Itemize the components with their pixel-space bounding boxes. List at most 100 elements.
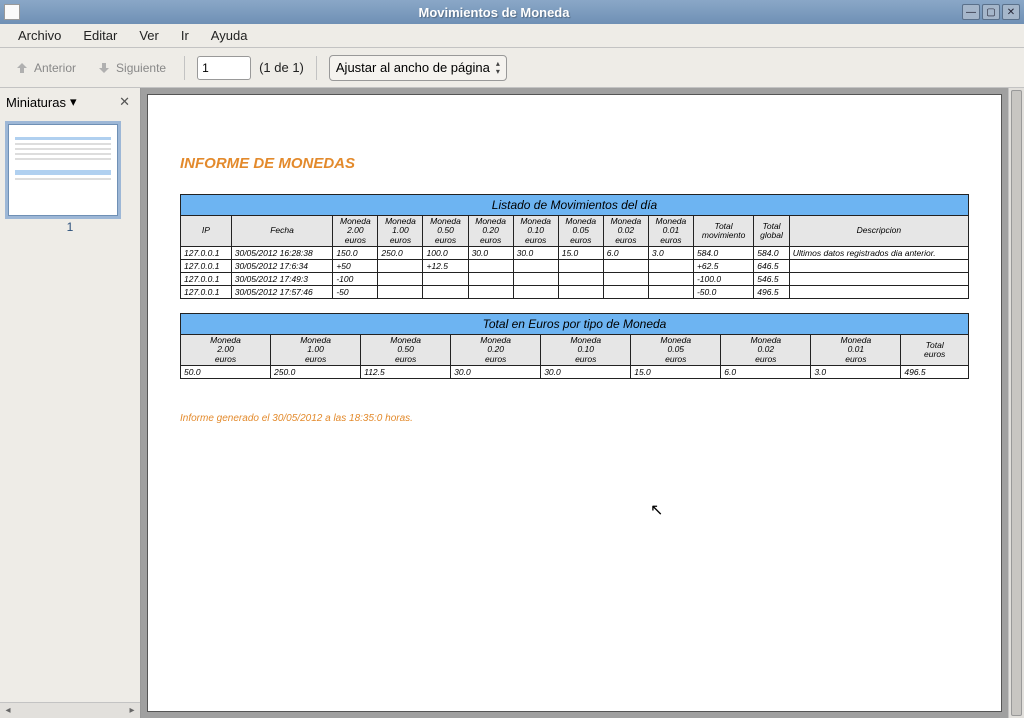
- table-cell: [648, 273, 693, 286]
- table-cell: 150.0: [333, 247, 378, 260]
- scroll-right-icon[interactable]: ▸: [124, 705, 140, 716]
- table-cell: 6.0: [603, 247, 648, 260]
- table-cell: [558, 260, 603, 273]
- table-cell: 584.0: [754, 247, 789, 260]
- table-cell: [468, 286, 513, 299]
- scroll-left-icon[interactable]: ◂: [0, 705, 16, 716]
- minimize-button[interactable]: —: [962, 4, 980, 20]
- table-cell: 15.0: [558, 247, 603, 260]
- close-button[interactable]: ✕: [1002, 4, 1020, 20]
- movements-table: Listado de Movimientos del día IPFechaMo…: [180, 194, 969, 299]
- table-cell: 3.0: [811, 366, 901, 379]
- scroll-thumb[interactable]: [1011, 90, 1022, 716]
- menu-view[interactable]: Ver: [129, 25, 169, 46]
- menu-edit[interactable]: Editar: [73, 25, 127, 46]
- table-cell: 3.0: [648, 247, 693, 260]
- scroll-track[interactable]: [16, 705, 124, 717]
- table-cell: [558, 286, 603, 299]
- menu-file[interactable]: Archivo: [8, 25, 71, 46]
- column-header: Totalglobal: [754, 216, 789, 247]
- table1-header-row: IPFechaMoneda2.00eurosMoneda1.00eurosMon…: [181, 216, 969, 247]
- prev-label: Anterior: [34, 61, 76, 75]
- menu-go[interactable]: Ir: [171, 25, 199, 46]
- table-cell: -100: [333, 273, 378, 286]
- table-cell: 30.0: [468, 247, 513, 260]
- toolbar-separator: [184, 56, 185, 80]
- column-header: IP: [181, 216, 232, 247]
- column-header: Moneda0.20euros: [451, 335, 541, 366]
- page-number-input[interactable]: [197, 56, 251, 80]
- column-header: Moneda0.01euros: [648, 216, 693, 247]
- table-cell: 30/05/2012 17:57:46: [231, 286, 333, 299]
- prev-button[interactable]: Anterior: [8, 56, 82, 80]
- table-cell: 30/05/2012 17:49:3: [231, 273, 333, 286]
- table-cell: 584.0: [693, 247, 753, 260]
- table-row: 127.0.0.130/05/2012 17:6:34+50+12.5+62.5…: [181, 260, 969, 273]
- column-header: Moneda0.02euros: [721, 335, 811, 366]
- window-title: Movimientos de Moneda: [26, 5, 962, 20]
- column-header: Moneda0.05euros: [558, 216, 603, 247]
- table-cell: 546.5: [754, 273, 789, 286]
- table-cell: -50: [333, 286, 378, 299]
- maximize-button[interactable]: ▢: [982, 4, 1000, 20]
- table-cell: -50.0: [693, 286, 753, 299]
- table-cell: 112.5: [361, 366, 451, 379]
- table-cell: [603, 273, 648, 286]
- table-cell: 127.0.0.1: [181, 273, 232, 286]
- table-cell: +62.5: [693, 260, 753, 273]
- table-cell: 646.5: [754, 260, 789, 273]
- title-bar: Movimientos de Moneda — ▢ ✕: [0, 0, 1024, 24]
- toolbar: Anterior Siguiente (1 de 1) Ajustar al a…: [0, 48, 1024, 88]
- thumbnail-number: 1: [8, 220, 132, 234]
- table-cell: 15.0: [631, 366, 721, 379]
- table-cell: [423, 286, 468, 299]
- table-cell: 30/05/2012 16:28:38: [231, 247, 333, 260]
- table-cell: +12.5: [423, 260, 468, 273]
- sidebar: Miniaturas ▾ ✕ 1 ◂ ▸: [0, 88, 140, 718]
- close-icon[interactable]: ✕: [115, 92, 134, 112]
- horizontal-scrollbar[interactable]: ◂ ▸: [0, 702, 140, 718]
- table-row: 127.0.0.130/05/2012 17:49:3-100-100.0546…: [181, 273, 969, 286]
- table-cell: 6.0: [721, 366, 811, 379]
- table-cell: 30.0: [451, 366, 541, 379]
- column-header: Totalmovimiento: [693, 216, 753, 247]
- report-footer: Informe generado el 30/05/2012 a las 18:…: [180, 413, 969, 424]
- window-buttons: — ▢ ✕: [962, 4, 1020, 20]
- next-button[interactable]: Siguiente: [90, 56, 172, 80]
- chevron-down-icon[interactable]: ▾: [70, 94, 77, 110]
- table-cell: 127.0.0.1: [181, 260, 232, 273]
- table-cell: [513, 286, 558, 299]
- table-cell: 127.0.0.1: [181, 247, 232, 260]
- table-cell: [513, 273, 558, 286]
- table-cell: 30/05/2012 17:6:34: [231, 260, 333, 273]
- menu-help[interactable]: Ayuda: [201, 25, 258, 46]
- table-cell: 30.0: [513, 247, 558, 260]
- page-thumbnail[interactable]: [8, 124, 118, 216]
- report-title: INFORME DE MONEDAS: [180, 155, 969, 172]
- sidebar-title[interactable]: Miniaturas: [6, 95, 66, 110]
- spinner-icon: ▴▾: [496, 60, 500, 76]
- table1-body: 127.0.0.130/05/2012 16:28:38150.0250.010…: [181, 247, 969, 299]
- table2-header-row: Moneda2.00eurosMoneda1.00eurosMoneda0.50…: [181, 335, 969, 366]
- table-cell: 496.5: [901, 366, 969, 379]
- column-header: Moneda0.50euros: [423, 216, 468, 247]
- thumbnails-area[interactable]: 1: [0, 116, 140, 702]
- column-header: Moneda0.10euros: [541, 335, 631, 366]
- table-cell: 100.0: [423, 247, 468, 260]
- vertical-scrollbar[interactable]: [1008, 88, 1024, 718]
- arrow-down-icon: [96, 60, 112, 76]
- cursor-icon: ↖: [650, 500, 663, 520]
- table-cell: Ultimos datos registrados dia anterior.: [789, 247, 968, 260]
- zoom-select[interactable]: Ajustar al ancho de página ▴▾: [329, 55, 507, 81]
- column-header: Moneda0.01euros: [811, 335, 901, 366]
- totals-table: Total en Euros por tipo de Moneda Moneda…: [180, 313, 969, 379]
- arrow-up-icon: [14, 60, 30, 76]
- table-cell: [378, 273, 423, 286]
- column-header: Fecha: [231, 216, 333, 247]
- document-page[interactable]: INFORME DE MONEDAS Listado de Movimiento…: [147, 94, 1002, 712]
- column-header: Moneda1.00euros: [378, 216, 423, 247]
- table-cell: [789, 286, 968, 299]
- column-header: Moneda0.05euros: [631, 335, 721, 366]
- next-label: Siguiente: [116, 61, 166, 75]
- column-header: Moneda0.10euros: [513, 216, 558, 247]
